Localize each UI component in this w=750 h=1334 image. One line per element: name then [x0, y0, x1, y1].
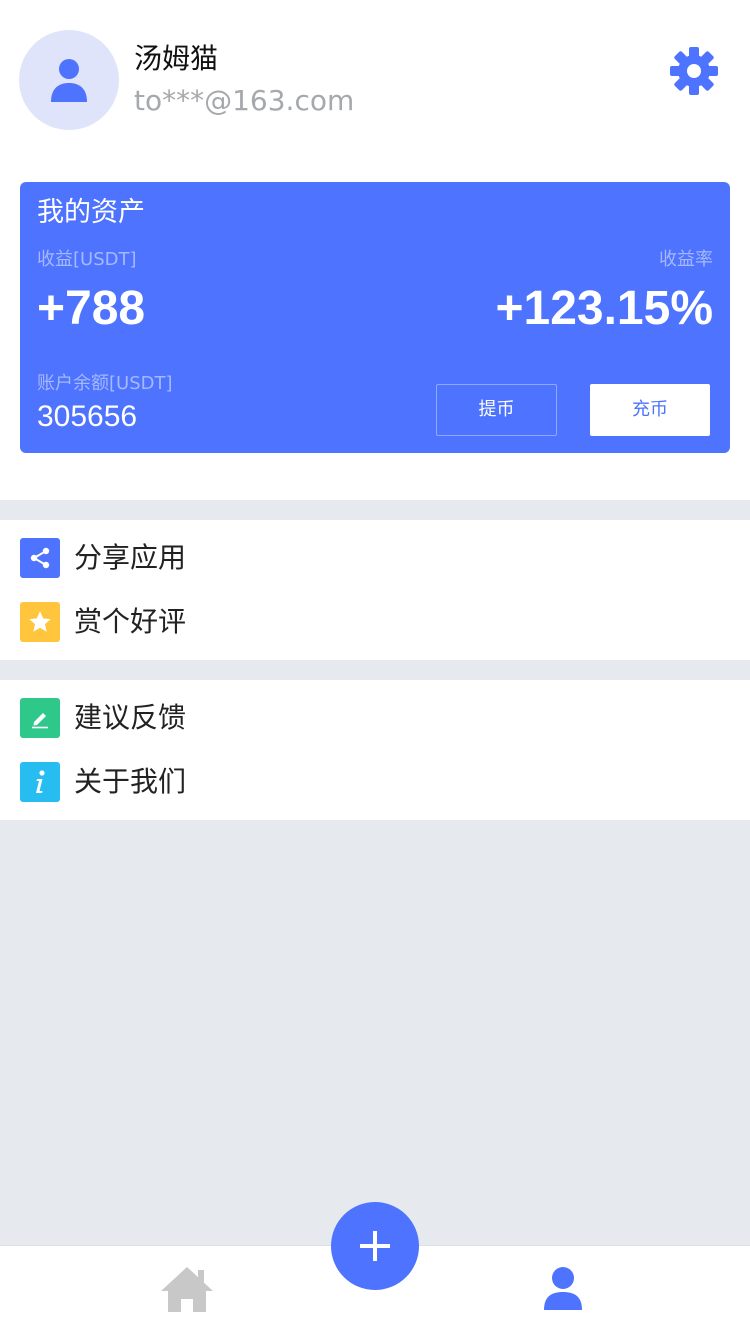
menu-item-feedback[interactable]: 建议反馈	[0, 686, 750, 750]
user-email: to***@163.com	[134, 84, 355, 117]
profile-section: 汤姆猫 to***@163.com 我的资产 收益[USDT] 收益率 +788…	[0, 0, 750, 500]
edit-icon	[20, 698, 60, 738]
menu-group-2: 建议反馈 关于我们	[0, 680, 750, 820]
menu-item-label: 赏个好评	[74, 605, 187, 638]
settings-button[interactable]	[668, 45, 720, 97]
income-value: +788	[37, 282, 146, 335]
add-button[interactable]	[331, 1202, 419, 1290]
menu-item-rate[interactable]: 赏个好评	[0, 590, 750, 654]
avatar[interactable]	[19, 30, 119, 130]
profile-page: 汤姆猫 to***@163.com 我的资产 收益[USDT] 收益率 +788…	[0, 0, 750, 1334]
nav-profile-tab[interactable]	[540, 1264, 586, 1316]
plus-icon	[360, 1231, 390, 1261]
menu-item-about[interactable]: 关于我们	[0, 750, 750, 814]
home-icon	[161, 1267, 213, 1312]
gear-icon	[670, 47, 718, 95]
username: 汤姆猫	[134, 42, 219, 75]
info-icon	[20, 762, 60, 802]
asset-title: 我的资产	[37, 197, 145, 228]
asset-card: 我的资产 收益[USDT] 收益率 +788 +123.15% 账户余额[USD…	[20, 182, 730, 453]
user-icon	[544, 1267, 582, 1310]
menu-item-label: 关于我们	[74, 765, 187, 798]
menu-item-label: 建议反馈	[74, 701, 187, 734]
menu-item-label: 分享应用	[74, 541, 187, 574]
share-icon	[20, 538, 60, 578]
balance-value: 305656	[37, 400, 138, 433]
user-icon	[51, 59, 87, 102]
deposit-button[interactable]: 充币	[590, 384, 710, 436]
rate-label: 收益率	[659, 249, 713, 270]
menu-group-1: 分享应用 赏个好评	[0, 520, 750, 660]
income-label: 收益[USDT]	[37, 249, 137, 270]
nav-home-tab[interactable]	[158, 1264, 216, 1316]
rate-value: +123.15%	[495, 282, 713, 335]
balance-label: 账户余额[USDT]	[37, 373, 173, 394]
withdraw-button[interactable]: 提币	[436, 384, 557, 436]
menu-item-share[interactable]: 分享应用	[0, 526, 750, 590]
star-icon	[20, 602, 60, 642]
